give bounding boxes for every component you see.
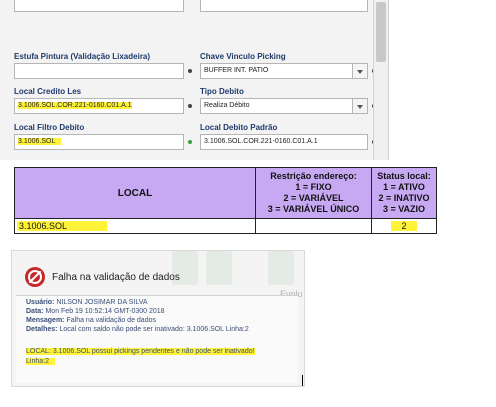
local-filtro-debito-value: 3.1006.SOL	[18, 138, 62, 145]
label-chave-vinculo: Chave Vinculo Picking	[200, 52, 286, 61]
header-status: Status local: 1 = ATIVO 2 = INATIVO 3 = …	[371, 167, 437, 219]
local-debito-padrao-input[interactable]: 3.1006.SOL.COR.221-0160.C01.A.1	[200, 134, 368, 150]
data-label: Data:	[26, 308, 44, 315]
mensagem-line: Mensagem: Falha na validação de dados	[26, 317, 156, 324]
text-cursor	[302, 375, 303, 386]
header-text: 2 = INATIVO	[378, 193, 430, 203]
local-filtro-debito-input[interactable]: 3.1006.SOL	[14, 134, 184, 150]
header-text: Status local:	[377, 171, 431, 181]
background-app-icon	[206, 251, 232, 285]
mensagem-value: Falha na validação de dados	[66, 317, 156, 324]
error-icon	[25, 267, 45, 287]
field-status-icon	[188, 69, 192, 73]
label-estufa-pintura: Estufa Pintura (Validação Lixadeira)	[14, 52, 151, 61]
chevron-down-icon[interactable]	[352, 99, 367, 113]
scrollbar-thumb[interactable]	[376, 2, 386, 62]
mensagem-label: Mensagem:	[26, 317, 65, 324]
data-value: Mon Feb 19 10:52:14 GMT-0300 2018	[45, 308, 165, 315]
detalhes-label: Detalhes:	[26, 326, 58, 333]
local-credito-les-input[interactable]: 3.1006.SOL.COR.221-0160.C01.A.1	[14, 98, 184, 114]
tipo-debito-select[interactable]: Realiza Débito	[200, 98, 368, 114]
header-text: 1 = ATIVO	[383, 182, 425, 192]
header-text: 1 = FIXO	[295, 182, 332, 192]
estufa-pintura-input[interactable]	[14, 63, 184, 79]
label-tipo-debito: Tipo Debito	[200, 87, 244, 96]
header-text: 3 = VARIÁVEL ÚNICO	[267, 204, 360, 214]
background-app-icon	[268, 251, 294, 285]
detail-message-line: LOCAL: 3.1006.SOL possui pickings penden…	[26, 348, 255, 355]
field-valid-icon	[188, 140, 192, 144]
detalhes-line: Detalhes: Local com saldo não pode ser i…	[26, 326, 249, 333]
data-line: Data: Mon Feb 19 10:52:14 GMT-0300 2018	[26, 308, 165, 315]
table-header-row: LOCAL Restrição endereço: 1 = FIXO 2 = V…	[14, 167, 437, 219]
usuario-line: Usuário: NILSON JOSIMAR DA SILVA	[26, 299, 148, 306]
chave-vinculo-value: BUFFER INT. PATIO	[204, 67, 269, 74]
field-status-icon	[188, 104, 192, 108]
usuario-value: NILSON JOSIMAR DA SILVA	[56, 299, 148, 306]
local-credito-les-value: 3.1006.SOL.COR.221-0160.C01.A.1	[18, 102, 132, 109]
cell-local: 3.1006.SOL	[14, 218, 256, 234]
table-row: 3.1006.SOL 2	[14, 218, 437, 234]
form-scrollbar[interactable]	[373, 0, 388, 160]
cell-status: 2	[371, 218, 437, 234]
top-field-right[interactable]	[200, 0, 368, 12]
label-local-credito-les: Local Credito Les	[14, 87, 82, 96]
header-text: 3 = VAZIO	[382, 204, 426, 214]
label-local-filtro-debito: Local Filtro Debito	[14, 123, 85, 132]
header-text: Restrição endereço:	[270, 171, 357, 181]
dialog-details-panel: Usuário: NILSON JOSIMAR DA SILVA Data: M…	[16, 295, 298, 383]
header-local: LOCAL	[14, 167, 256, 219]
tipo-debito-value: Realiza Débito	[204, 102, 250, 109]
top-field-left[interactable]	[14, 0, 184, 12]
local-status-table: LOCAL Restrição endereço: 1 = FIXO 2 = V…	[14, 167, 437, 234]
dialog-title: Falha na validação de dados	[52, 272, 180, 283]
error-dialog: Evolu Falha na validação de dados Usuári…	[11, 250, 305, 387]
label-local-debito-padrao: Local Debito Padrão	[200, 123, 278, 132]
form-panel: Estufa Pintura (Validação Lixadeira) Cha…	[0, 0, 389, 160]
usuario-label: Usuário:	[26, 299, 55, 306]
header-text: 2 = VARIÁVEL	[283, 193, 344, 203]
cell-local-value: 3.1006.SOL	[17, 221, 108, 231]
detail-line-number: Linha:2	[26, 358, 55, 365]
chave-vinculo-select[interactable]: BUFFER INT. PATIO	[200, 63, 368, 79]
cell-status-value: 2	[391, 221, 417, 231]
chevron-down-icon[interactable]	[352, 64, 367, 78]
cell-restricao	[255, 218, 372, 234]
detalhes-value: Local com saldo não pode ser inativado: …	[59, 326, 249, 333]
header-restricao: Restrição endereço: 1 = FIXO 2 = VARIÁVE…	[255, 167, 372, 219]
